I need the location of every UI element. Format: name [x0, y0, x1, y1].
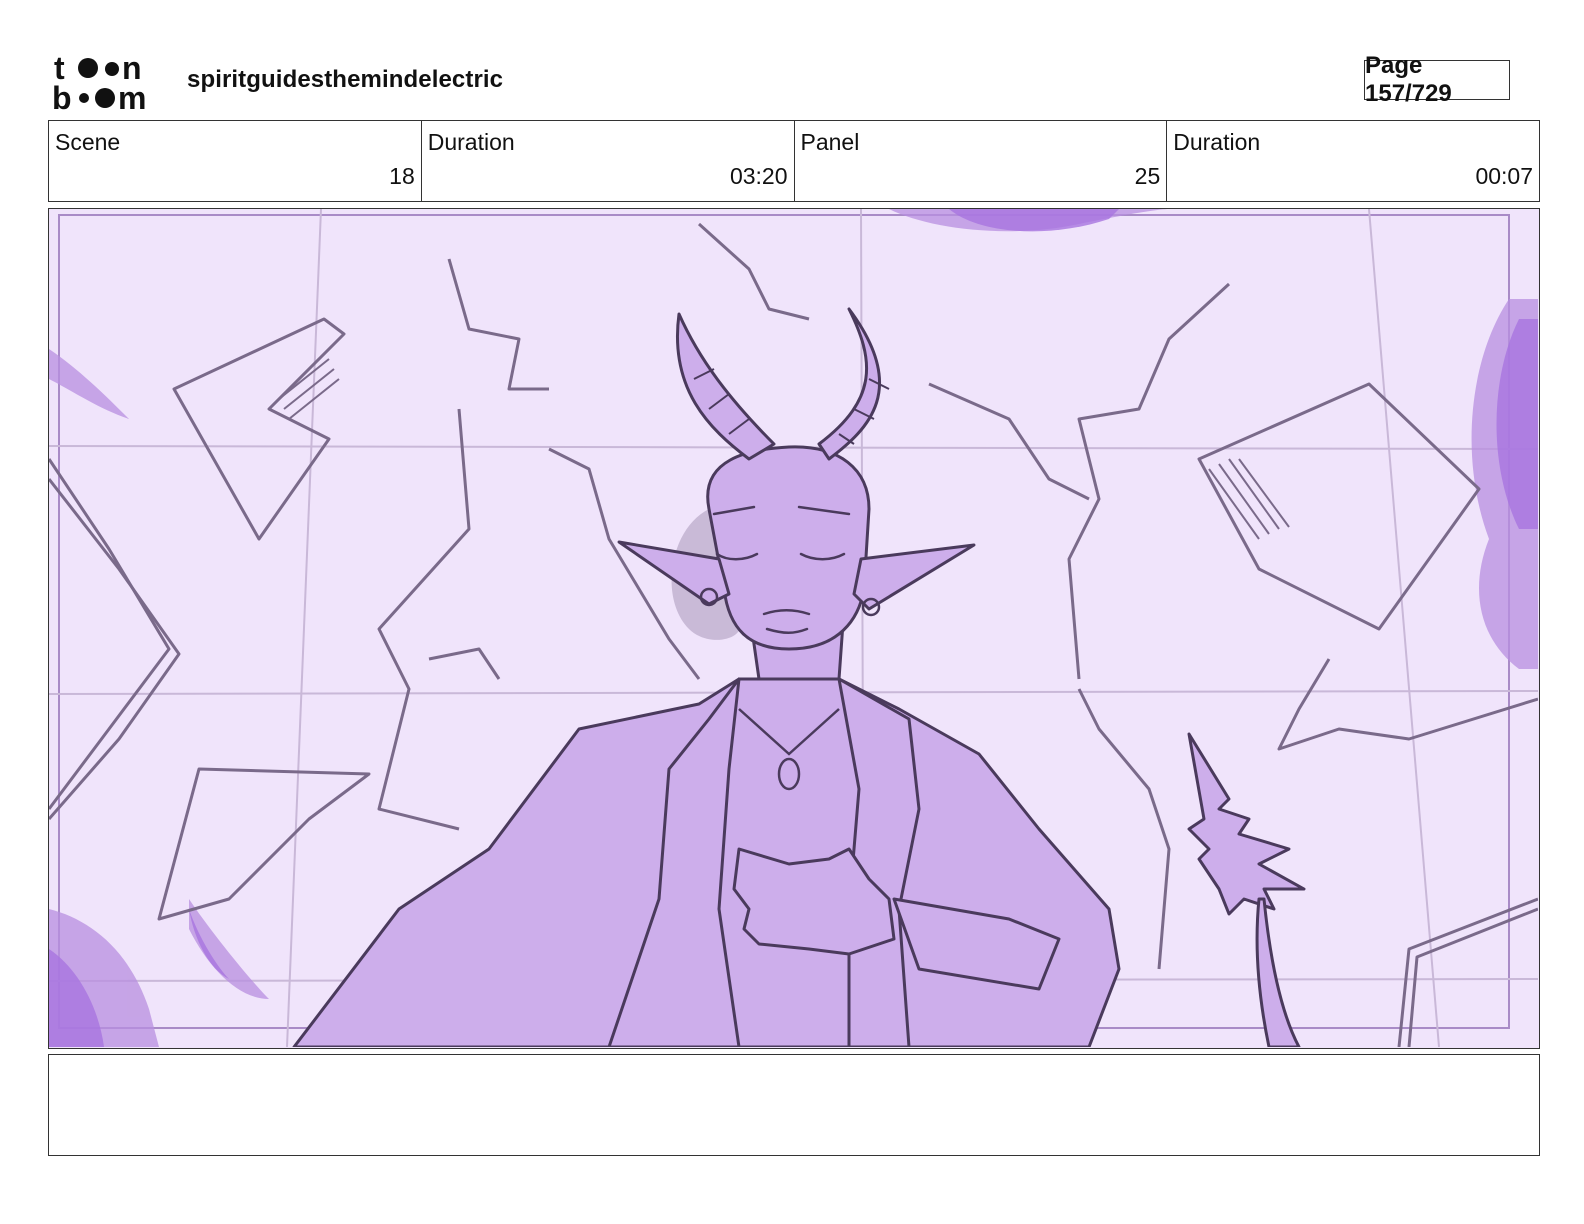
scene-label: Scene [55, 129, 121, 155]
panel-duration-value: 00:07 [1475, 163, 1533, 189]
storyboard-panel [48, 208, 1540, 1049]
panel-notes-box [48, 1054, 1540, 1156]
svg-text:b: b [52, 80, 72, 112]
scene-value: 18 [389, 163, 415, 189]
scene-duration-label: Duration [427, 129, 515, 155]
scene-info-table: Scene 18 Duration 03:20 Panel 25 Duratio… [48, 120, 1540, 202]
panel-cell: Panel 25 [795, 121, 1168, 201]
scene-duration-cell: Duration 03:20 [422, 121, 795, 201]
panel-duration-label: Duration [1173, 129, 1261, 155]
scene-duration-value: 03:20 [729, 163, 788, 189]
panel-label: Panel [800, 129, 860, 155]
panel-duration-cell: Duration 00:07 [1167, 121, 1539, 201]
page-indicator: Page 157/729 [1364, 52, 1510, 107]
project-title: spiritguidesthemindelectric [187, 66, 504, 93]
panel-sketch-image [49, 209, 1538, 1047]
panel-value: 25 [1134, 163, 1161, 189]
scene-cell: Scene 18 [49, 121, 422, 201]
toonboom-logo: t n b m [52, 52, 146, 112]
svg-text:m: m [118, 80, 146, 112]
